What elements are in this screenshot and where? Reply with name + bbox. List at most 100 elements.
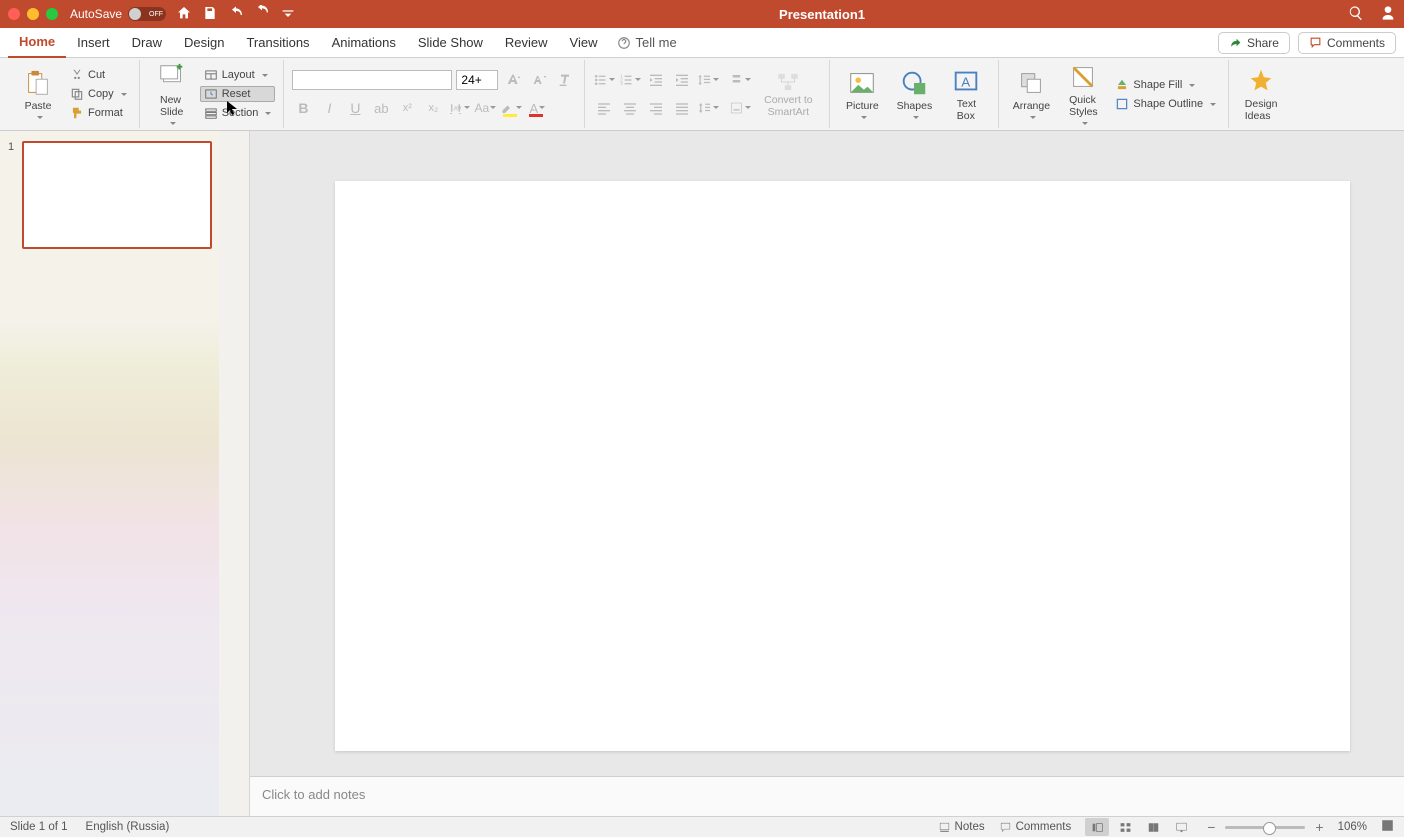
slide-counter[interactable]: Slide 1 of 1 [10, 821, 68, 833]
tell-me[interactable]: Tell me [617, 35, 677, 50]
status-bar: Slide 1 of 1 English (Russia) Notes Comm… [0, 816, 1404, 837]
arrange-button[interactable]: Arrange [1007, 68, 1055, 120]
highlight-color-icon[interactable] [500, 97, 522, 119]
font-size-input[interactable] [456, 70, 498, 90]
decrease-indent-icon[interactable] [645, 69, 667, 91]
thumbnail-preview[interactable] [22, 141, 212, 249]
clear-formatting-icon[interactable] [554, 69, 576, 91]
maximize-window-button[interactable] [46, 8, 58, 20]
notes-toggle[interactable]: Notes [938, 821, 985, 834]
comments-toggle[interactable]: Comments [999, 821, 1072, 834]
design-ideas-button[interactable]: Design Ideas [1237, 66, 1285, 122]
fit-to-window-button[interactable] [1381, 819, 1394, 835]
group-insert: Picture Shapes AText Box [830, 60, 999, 128]
align-left-icon[interactable] [593, 97, 615, 119]
increase-indent-icon[interactable] [671, 69, 693, 91]
copy-button[interactable]: Copy [66, 86, 131, 102]
font-color-icon[interactable]: A [526, 97, 548, 119]
slideshow-view-button[interactable] [1169, 818, 1193, 836]
picture-button[interactable]: Picture [838, 68, 886, 120]
line-spacing-icon[interactable] [697, 69, 719, 91]
format-painter-button[interactable]: Format [66, 105, 131, 121]
minimize-window-button[interactable] [27, 8, 39, 20]
tab-home[interactable]: Home [8, 28, 66, 58]
notes-pane[interactable]: Click to add notes [250, 776, 1404, 816]
superscript-icon[interactable]: x² [396, 97, 418, 119]
bullets-icon[interactable] [593, 69, 615, 91]
zoom-slider[interactable] [1225, 826, 1305, 829]
group-clipboard: Paste Cut Copy Format [6, 60, 140, 128]
italic-icon[interactable]: I [318, 97, 340, 119]
tab-insert[interactable]: Insert [66, 28, 121, 58]
tab-slideshow[interactable]: Slide Show [407, 28, 494, 58]
shape-outline-button[interactable]: Shape Outline [1111, 96, 1220, 112]
justify-icon[interactable] [671, 97, 693, 119]
normal-view-button[interactable] [1085, 818, 1109, 836]
shape-fill-button[interactable]: Shape Fill [1111, 77, 1220, 93]
section-button[interactable]: Section [200, 105, 276, 121]
reading-view-button[interactable] [1141, 818, 1165, 836]
share-button[interactable]: Share [1218, 32, 1290, 54]
undo-icon[interactable] [228, 5, 244, 24]
new-slide-button[interactable]: New Slide [148, 62, 196, 126]
tab-view[interactable]: View [559, 28, 609, 58]
character-spacing-icon[interactable]: AV [448, 97, 470, 119]
quick-access-toolbar [176, 5, 296, 24]
font-name-input[interactable] [292, 70, 452, 90]
save-icon[interactable] [202, 5, 218, 24]
home-icon[interactable] [176, 5, 192, 24]
autosave-toggle[interactable]: AutoSave OFF [70, 7, 166, 21]
group-arrange: Arrange Quick Styles Shape Fill Shape Ou… [999, 60, 1229, 128]
document-title: Presentation1 [296, 7, 1348, 22]
zoom-out-button[interactable]: − [1207, 819, 1215, 835]
increase-font-icon[interactable] [502, 69, 524, 91]
repeat-icon[interactable] [254, 5, 270, 24]
underline-icon[interactable]: U [344, 97, 366, 119]
tab-animations[interactable]: Animations [321, 28, 407, 58]
tab-draw[interactable]: Draw [121, 28, 173, 58]
tab-review[interactable]: Review [494, 28, 559, 58]
reset-button[interactable]: Reset [200, 86, 276, 102]
text-direction-icon[interactable] [729, 69, 751, 91]
align-text-icon[interactable] [729, 97, 751, 119]
thumbnail-number: 1 [8, 141, 14, 249]
numbering-icon[interactable]: 123 [619, 69, 641, 91]
slide-thumbnail-pane[interactable]: 1 [0, 131, 250, 816]
group-font: B I U ab x² x₂ AV Aa A [284, 60, 585, 128]
textbox-button[interactable]: AText Box [942, 66, 990, 122]
slide-thumbnail-1[interactable]: 1 [8, 141, 241, 249]
account-icon[interactable] [1380, 5, 1396, 24]
search-icon[interactable] [1348, 5, 1364, 24]
ribbon-tabs: Home Insert Draw Design Transitions Anim… [0, 28, 1404, 58]
notes-placeholder: Click to add notes [262, 787, 365, 802]
paste-button[interactable]: Paste [14, 68, 62, 120]
language-status[interactable]: English (Russia) [86, 821, 170, 833]
quick-styles-button[interactable]: Quick Styles [1059, 62, 1107, 126]
tab-transitions[interactable]: Transitions [235, 28, 320, 58]
bold-icon[interactable]: B [292, 97, 314, 119]
change-case-icon[interactable]: Aa [474, 97, 496, 119]
tab-design[interactable]: Design [173, 28, 235, 58]
shapes-button[interactable]: Shapes [890, 68, 938, 120]
strikethrough-icon[interactable]: ab [370, 97, 392, 119]
customize-qat-icon[interactable] [280, 5, 296, 24]
group-slides: New Slide Layout Reset Section [140, 60, 285, 128]
columns-icon[interactable] [697, 97, 719, 119]
comments-button[interactable]: Comments [1298, 32, 1396, 54]
cut-button[interactable]: Cut [66, 67, 131, 83]
group-paragraph: 123 Convert to SmartArt [585, 60, 830, 128]
subscript-icon[interactable]: x₂ [422, 97, 444, 119]
align-center-icon[interactable] [619, 97, 641, 119]
slide-canvas-area[interactable] [250, 131, 1404, 816]
convert-smartart-button[interactable]: Convert to SmartArt [755, 69, 821, 118]
autosave-label: AutoSave [70, 7, 122, 21]
align-right-icon[interactable] [645, 97, 667, 119]
layout-button[interactable]: Layout [200, 67, 276, 83]
autosave-switch[interactable]: OFF [128, 7, 166, 21]
slide-canvas[interactable] [335, 181, 1350, 751]
decrease-font-icon[interactable] [528, 69, 550, 91]
zoom-in-button[interactable]: + [1315, 819, 1323, 835]
zoom-level[interactable]: 106% [1338, 821, 1367, 833]
slide-sorter-view-button[interactable] [1113, 818, 1137, 836]
close-window-button[interactable] [8, 8, 20, 20]
